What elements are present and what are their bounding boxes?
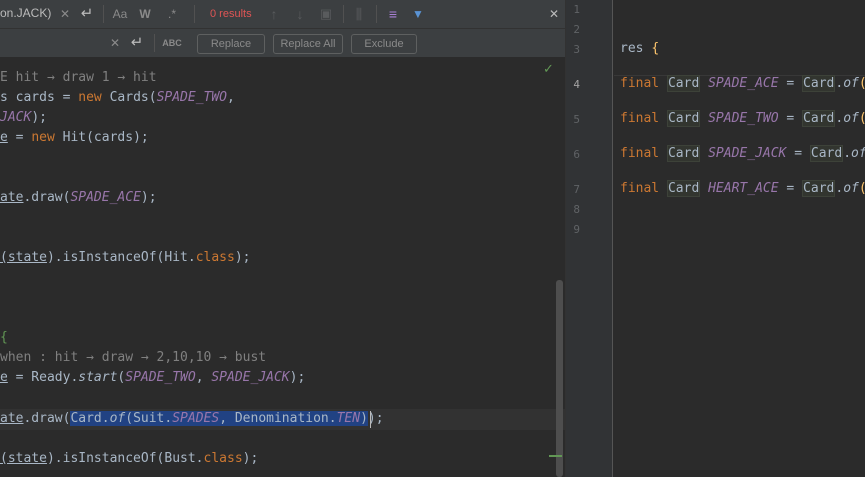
filter-icon[interactable]: ▼: [410, 5, 426, 23]
code-line: ate.draw(SPADE_ACE);: [0, 190, 157, 205]
replace-all-button[interactable]: Replace All: [273, 34, 343, 54]
line-number: 6: [573, 148, 580, 161]
constant-declaration: final Card HEART_ACE = Card.of(: [620, 180, 865, 197]
line-number: 9: [573, 223, 580, 236]
error-stripe-mark: [549, 455, 562, 457]
whole-words-icon[interactable]: W: [137, 5, 153, 23]
exclude-button[interactable]: Exclude: [351, 34, 417, 54]
constant-declaration: final Card SPADE_ACE = Card.of(: [620, 75, 865, 92]
code-line: (state).isInstanceOf(Hit.class);: [0, 250, 251, 265]
regex-icon[interactable]: .*: [163, 5, 181, 23]
toolbar-separator: [343, 5, 344, 23]
match-case-icon[interactable]: Aa: [111, 5, 129, 23]
line-number: 7: [573, 183, 580, 196]
multiline-icon[interactable]: ≡: [385, 5, 401, 23]
right-editor-pane[interactable]: 1 2 3 4 5 6 7 8 9 res { final Card SPADE…: [566, 0, 865, 477]
code-line: E hit → draw 1 → hit: [0, 70, 157, 85]
find-bar: on.JACK) ✕ ↵ Aa W .* 0 results ↑ ↓ ▣ ⫼ ≡…: [0, 0, 565, 29]
replace-bar: ✕ ↵ ABC Replace Replace All Exclude: [0, 29, 565, 58]
constant-declaration: final Card SPADE_JACK = Card.of(: [620, 145, 865, 162]
toolbar-separator: [103, 5, 104, 23]
line-number: 1: [573, 3, 580, 16]
replace-button[interactable]: Replace: [197, 34, 265, 54]
replace-input[interactable]: [0, 29, 105, 57]
check-icon: ✓: [543, 62, 554, 77]
line-number-gutter: 1 2 3 4 5 6 7 8 9: [566, 0, 613, 477]
replace-new-line-icon[interactable]: ↵: [128, 34, 146, 52]
close-icon[interactable]: ✕: [546, 5, 562, 23]
line-number: 3: [573, 43, 580, 56]
filter-context-icon[interactable]: ⫼: [351, 5, 367, 23]
search-input[interactable]: on.JACK): [0, 6, 51, 20]
toolbar-separator: [154, 34, 155, 52]
code-line: e = Ready.start(SPADE_TWO, SPADE_JACK);: [0, 370, 306, 385]
line-number: 4: [573, 78, 580, 91]
clear-replace-icon[interactable]: ✕: [108, 34, 122, 52]
toolbar-separator: [376, 5, 377, 23]
results-count: 0 results: [210, 8, 252, 20]
code-line: {: [0, 330, 8, 345]
clear-search-icon[interactable]: ✕: [58, 5, 72, 23]
constant-declaration: final Card SPADE_TWO = Card.of(: [620, 110, 865, 127]
vertical-scrollbar[interactable]: [556, 280, 563, 477]
line-number: 8: [573, 203, 580, 216]
line-number: 5: [573, 113, 580, 126]
select-all-occurrences-icon[interactable]: ▣: [318, 5, 334, 23]
code-line: (state).isInstanceOf(Bust.class);: [0, 451, 259, 466]
next-occurrence-icon[interactable]: ↓: [292, 5, 308, 23]
code-line: when : hit → draw → 2,10,10 → bust: [0, 350, 267, 365]
code-line: e = new Hit(cards);: [0, 130, 149, 145]
left-editor-pane[interactable]: on.JACK) ✕ ↵ Aa W .* 0 results ↑ ↓ ▣ ⫼ ≡…: [0, 0, 565, 477]
code-line-selected: ate.draw(Card.of(Suit.SPADES, Denominati…: [0, 411, 384, 426]
toolbar-separator: [194, 5, 195, 23]
preserve-case-icon[interactable]: ABC: [162, 34, 182, 52]
new-line-icon[interactable]: ↵: [78, 5, 96, 23]
code-line: JACK);: [0, 110, 47, 125]
code-line: s cards = new Cards(SPADE_TWO,: [0, 90, 235, 105]
text-caret: [370, 411, 371, 428]
line-number: 2: [573, 23, 580, 36]
prev-occurrence-icon[interactable]: ↑: [266, 5, 282, 23]
code-line: res {: [620, 41, 660, 56]
